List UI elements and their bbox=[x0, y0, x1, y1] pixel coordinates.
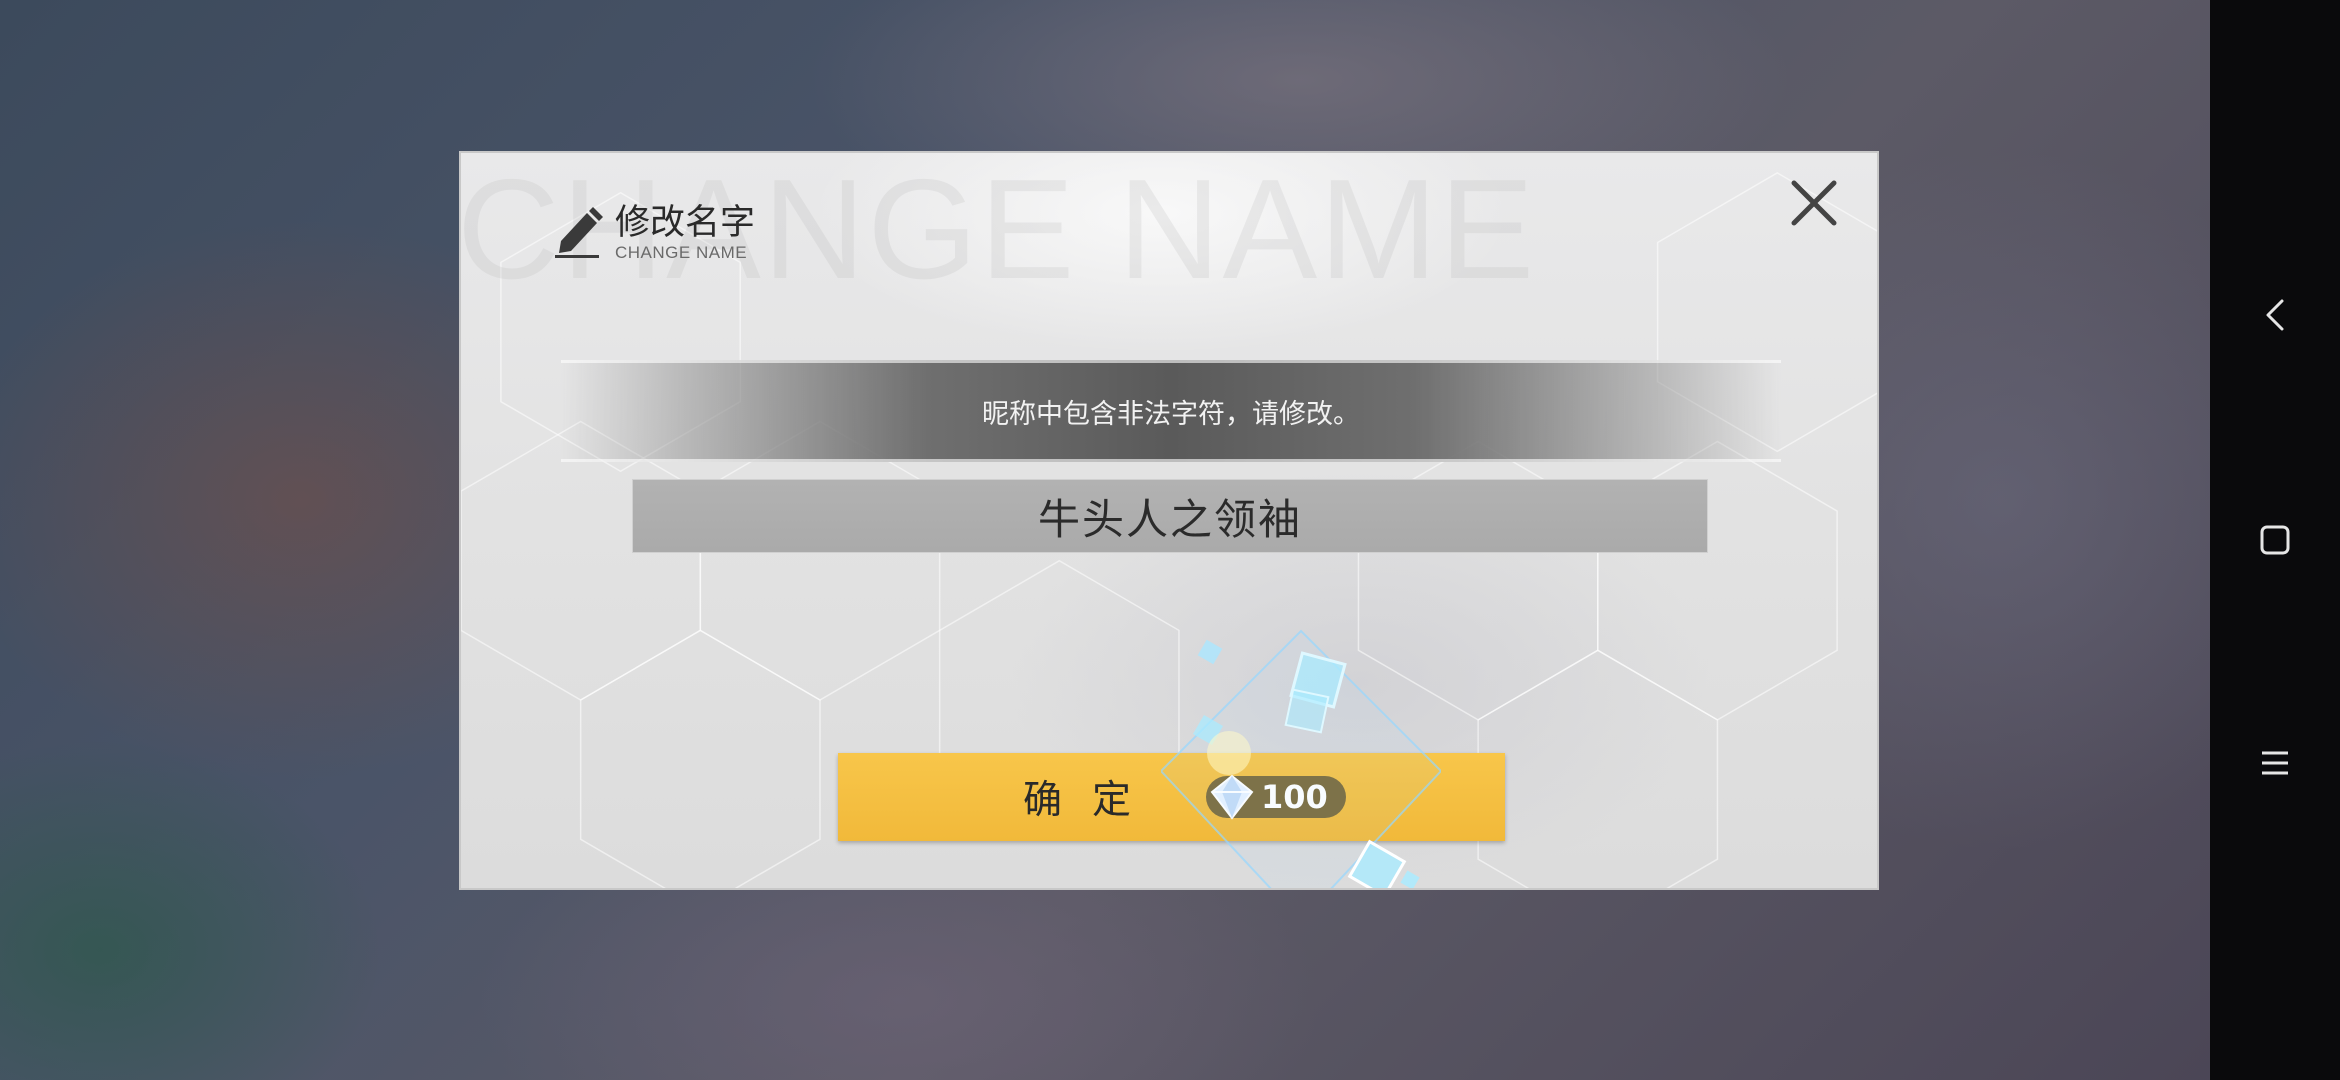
diamond-crystal-icon bbox=[1210, 774, 1254, 820]
change-name-dialog: CHANGE NAME 修改名字 CHANGE NAME 昵称中包含非法字符，请… bbox=[459, 151, 1879, 890]
menu-lines-icon bbox=[2262, 751, 2288, 775]
pencil-icon bbox=[555, 207, 603, 258]
cost-value: 100 bbox=[1261, 778, 1328, 816]
error-message-text: 昵称中包含非法字符，请修改。 bbox=[982, 398, 1360, 430]
title-english: CHANGE NAME bbox=[615, 243, 748, 262]
name-input-value: 牛头人之领袖 bbox=[1037, 494, 1302, 544]
nav-menu-button[interactable] bbox=[2210, 718, 2340, 808]
error-message-banner: 昵称中包含非法字符，请修改。 bbox=[561, 360, 1781, 462]
square-home-icon bbox=[2260, 525, 2290, 555]
dialog-title: 修改名字 CHANGE NAME bbox=[551, 201, 755, 261]
cost-badge: 100 bbox=[1206, 774, 1346, 820]
nav-home-button[interactable] bbox=[2210, 495, 2340, 585]
name-input[interactable]: 牛头人之领袖 bbox=[632, 479, 1708, 553]
back-chevron-icon bbox=[2266, 299, 2284, 331]
title-chinese: 修改名字 bbox=[615, 203, 756, 243]
confirm-button[interactable]: 确定 100 bbox=[838, 753, 1505, 841]
confirm-button-label: 确定 bbox=[1023, 778, 1162, 823]
system-navigation-bar bbox=[2210, 0, 2340, 1080]
nav-back-button[interactable] bbox=[2210, 270, 2340, 360]
close-button[interactable] bbox=[1786, 175, 1842, 231]
close-icon bbox=[1791, 180, 1837, 226]
